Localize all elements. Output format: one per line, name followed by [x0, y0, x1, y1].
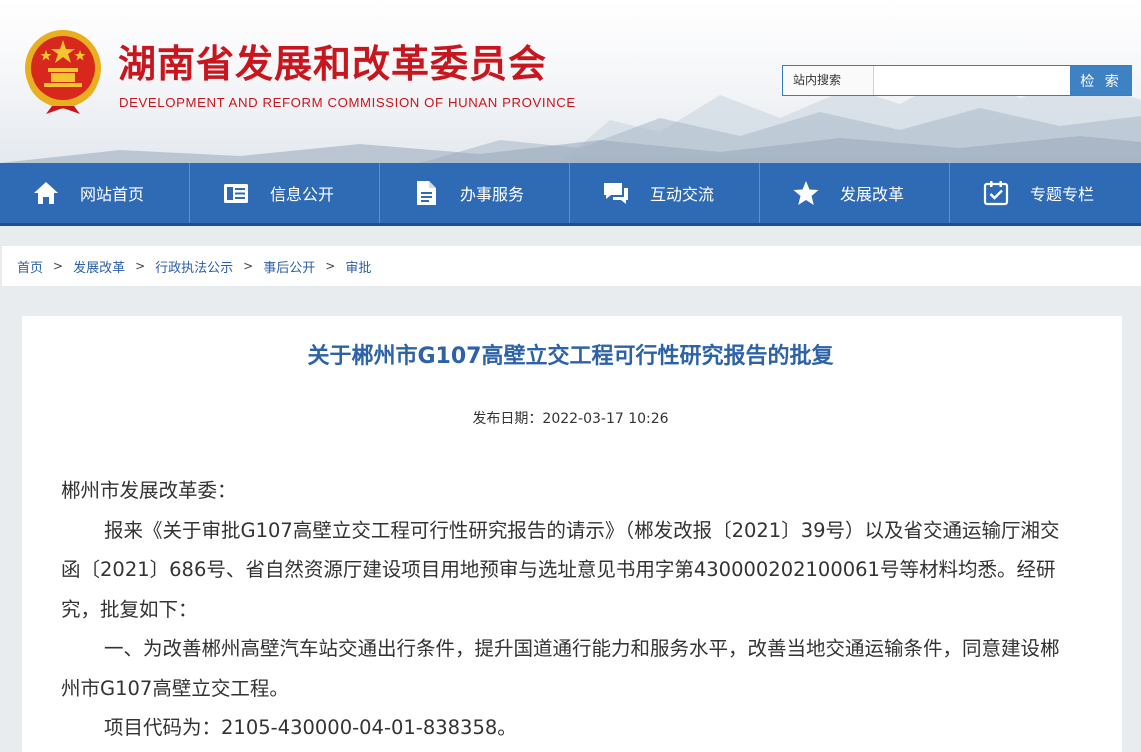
paragraph: 一、为改善郴州高壁汽车站交通出行条件，提升国道通行能力和服务水平，改善当地交通运…: [61, 637, 1060, 700]
nav-item-interaction[interactable]: 互动交流: [570, 163, 760, 223]
main-nav: 网站首页 信息公开 办事服务 互动交流 发展改革 专题专栏: [0, 163, 1141, 226]
nav-item-development-reform[interactable]: 发展改革: [760, 163, 950, 223]
article-panel: 关于郴州市G107高壁立交工程可行性研究报告的批复 发布日期：2022-03-1…: [22, 316, 1122, 752]
breadcrumb-development-reform[interactable]: 发展改革: [73, 257, 125, 276]
search-label: 站内搜索: [783, 66, 874, 95]
salutation: 郴州市发展改革委：: [61, 479, 237, 502]
breadcrumb-separator: >: [53, 259, 64, 273]
nav-label: 信息公开: [270, 185, 335, 204]
site-subtitle: DEVELOPMENT AND REFORM COMMISSION OF HUN…: [119, 95, 576, 110]
paragraph: 报来《关于审批G107高壁立交工程可行性研究报告的请示》（郴发改报〔2021〕3…: [61, 518, 1060, 621]
calendar-check-icon: [983, 181, 1009, 206]
breadcrumb-home[interactable]: 首页: [17, 257, 43, 276]
breadcrumb-enforcement[interactable]: 行政执法公示: [155, 257, 233, 276]
breadcrumb: 首页 > 发展改革 > 行政执法公示 > 事后公开 > 审批: [2, 246, 1141, 286]
nav-label: 发展改革: [840, 185, 905, 204]
article-body: 郴州市发展改革委： 报来《关于审批G107高壁立交工程可行性研究报告的请示》（郴…: [61, 471, 1071, 748]
file-icon: [417, 181, 436, 205]
breadcrumb-separator: >: [135, 259, 146, 273]
site-title: 湖南省发展和改革委员会: [118, 42, 548, 86]
nav-item-services[interactable]: 办事服务: [380, 163, 570, 223]
nav-item-special-topics[interactable]: 专题专栏: [950, 163, 1141, 223]
site-search: 站内搜索 检 索: [782, 65, 1132, 96]
site-header: 湖南省发展和改革委员会 DEVELOPMENT AND REFORM COMMI…: [0, 0, 1141, 163]
paragraph: 项目代码为：2105-430000-04-01-838358。: [104, 716, 517, 739]
nav-label: 互动交流: [650, 185, 715, 204]
breadcrumb-separator: >: [325, 259, 336, 273]
article-title: 关于郴州市G107高壁立交工程可行性研究报告的批复: [307, 344, 834, 369]
nav-item-home[interactable]: 网站首页: [0, 163, 190, 223]
national-emblem-icon: [25, 30, 101, 114]
publish-date: 发布日期：2022-03-17 10:26: [472, 411, 669, 427]
nav-label: 办事服务: [460, 185, 525, 204]
breadcrumb-approval[interactable]: 审批: [345, 257, 371, 276]
nav-label: 专题专栏: [1030, 185, 1095, 204]
breadcrumb-separator: >: [243, 259, 254, 273]
home-icon: [34, 182, 58, 204]
nav-label: 网站首页: [80, 185, 145, 204]
nav-item-info-disclosure[interactable]: 信息公开: [190, 163, 380, 223]
document-list-icon: [224, 184, 248, 203]
star-icon: [793, 181, 819, 205]
breadcrumb-post-disclosure[interactable]: 事后公开: [263, 257, 315, 276]
search-button[interactable]: 检 索: [1070, 66, 1132, 95]
chat-icon: [604, 183, 628, 204]
search-input[interactable]: [875, 66, 1070, 95]
